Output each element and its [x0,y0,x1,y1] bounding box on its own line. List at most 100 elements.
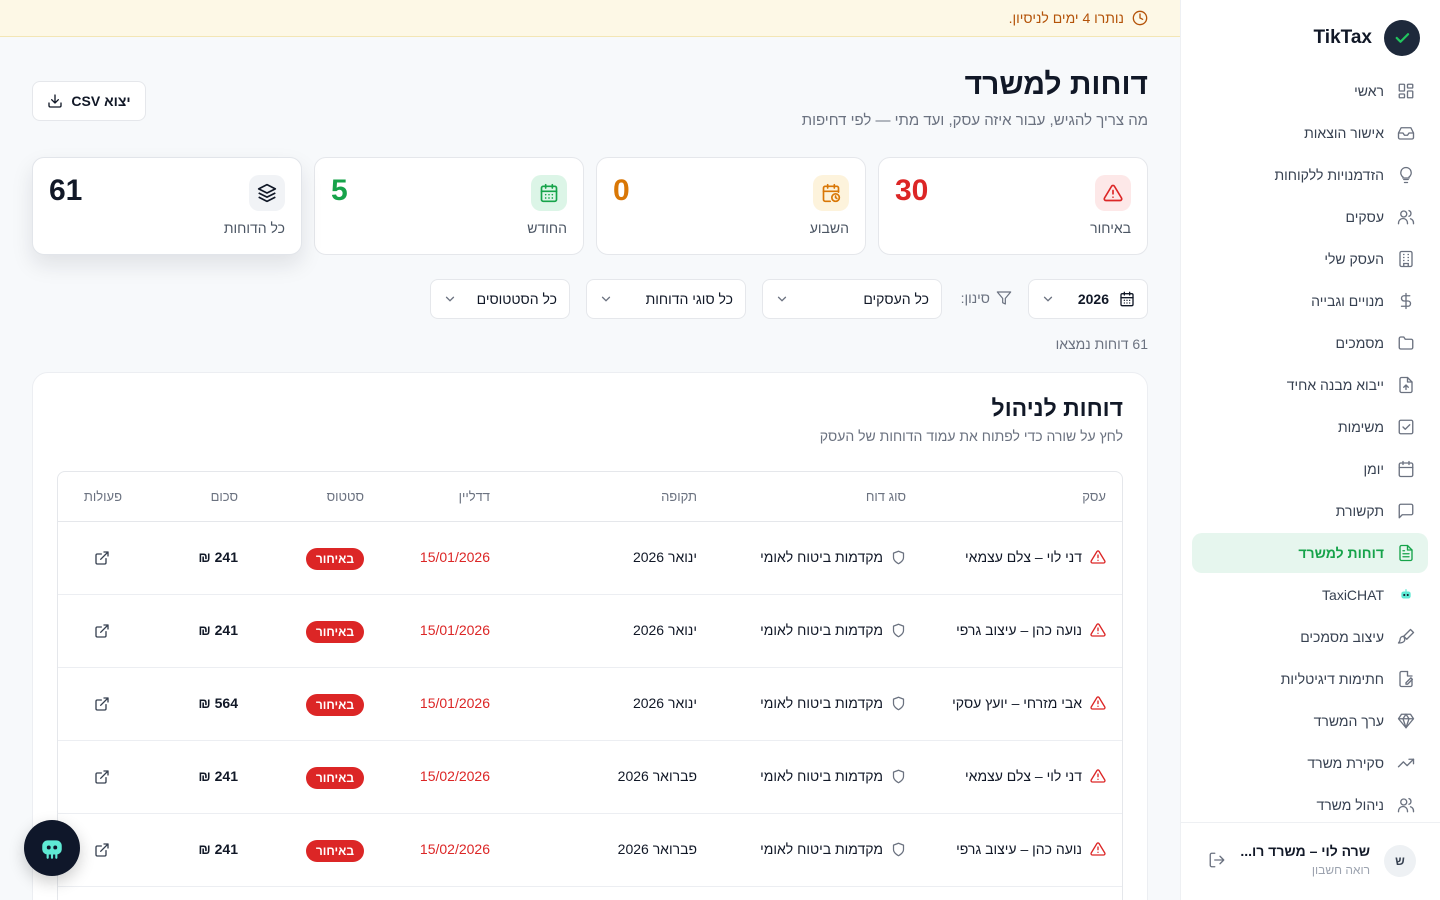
column-header-actions: פעולות [83,489,122,504]
status-badge: באיחור [305,548,364,570]
brand[interactable]: TikTax [1314,20,1420,56]
sidebar-item-unified-import[interactable]: ייבוא מבנה אחיד [1192,365,1428,405]
column-header-amount[interactable]: סכום [211,489,238,504]
shield-icon [891,696,906,711]
column-header-status[interactable]: סטטוס [327,489,364,504]
sidebar-item-document-design[interactable]: עיצוב מסמכים [1192,617,1428,657]
cell-deadline: 15/01/2026 [419,622,490,638]
sidebar-item-office-value[interactable]: ערך המשרד [1192,701,1428,741]
sidebar-item-office-overview[interactable]: סקירת משרד [1192,743,1428,783]
users-icon [1396,207,1416,227]
sidebar-item-tasks[interactable]: משימות [1192,407,1428,447]
external-link-icon [94,842,110,858]
sidebar-item-label: ראשי [1354,83,1384,99]
open-external-button[interactable] [94,696,110,712]
shield-icon [891,550,906,565]
status-badge: באיחור [305,767,364,789]
sidebar-item-subscriptions[interactable]: מנויים וגבייה [1192,281,1428,321]
export-csv-label: יצוא CSV [71,93,131,109]
table-row[interactable]: נועה כהן – עיצוב גרפי מקדמות ביטוח לאומי… [58,814,1122,887]
cell-type: מקדמות ביטוח לאומי [760,549,906,565]
column-header-business[interactable]: עסק [1082,489,1106,504]
filter-icon [996,290,1012,306]
open-external-button[interactable] [94,769,110,785]
grid-icon [1396,81,1416,101]
chatbot-button[interactable] [24,820,80,876]
avatar[interactable]: ש [1384,845,1416,877]
stat-label: באיחור [1090,220,1131,236]
alert-triangle-icon [1090,549,1106,565]
cell-deadline: 15/01/2026 [419,549,490,565]
business-select[interactable]: כל העסקים [762,279,942,319]
user-panel: ש שרה לוי – משרד רו... רואה חשבון [1180,822,1440,900]
sidebar-item-communication[interactable]: תקשורת [1192,491,1428,531]
stat-card-this-week[interactable]: 0 השבוע [596,157,866,255]
cell-amount: 564 ₪ [198,695,238,711]
business-name: נועה כהן – עיצוב גרפי [956,841,1082,857]
sidebar-item-label: TaxiCHAT [1322,587,1384,603]
cell-deadline: 15/02/2026 [419,768,490,784]
status-select[interactable]: כל הסטטוסים [430,279,570,319]
calendar-icon [1396,459,1416,479]
stat-card-overdue[interactable]: 30 באיחור [878,157,1148,255]
business-name: דני לוי – צלם עצמאי [965,768,1082,784]
column-header-deadline[interactable]: דדליין [459,489,490,504]
sidebar-item-businesses[interactable]: עסקים [1192,197,1428,237]
alert-triangle-icon [1090,841,1106,857]
brush-icon [1396,627,1416,647]
logout-button[interactable] [1208,851,1226,869]
report-type: מקדמות ביטוח לאומי [760,841,883,857]
cell-business: נועה כהן – עיצוב גרפי [956,841,1106,857]
stat-value: 61 [49,174,83,207]
shield-icon [891,842,906,857]
sidebar-item-label: מנויים וגבייה [1311,293,1384,309]
status-badge: באיחור [305,621,364,643]
cell-business: דני לוי – צלם עצמאי [965,549,1106,565]
sidebar-item-label: סקירת משרד [1307,755,1384,771]
brand-name: TikTax [1313,27,1372,48]
column-header-type[interactable]: סוג דוח [866,489,906,504]
filter-caption-label: סינון: [960,290,990,306]
open-external-button[interactable] [94,550,110,566]
table-row[interactable]: דני לוי – צלם עצמאי מקדמות ביטוח לאומי י… [58,522,1122,595]
sidebar-item-documents[interactable]: מסמכים [1192,323,1428,363]
sidebar-item-my-business[interactable]: העסק שלי [1192,239,1428,279]
open-external-button[interactable] [94,623,110,639]
stat-card-this-month[interactable]: 5 החודש [314,157,584,255]
table-row[interactable]: נועה כהן – עיצוב גרפי מקדמות ביטוח לאומי… [58,595,1122,668]
trial-text: נותרו 4 ימים לניסיון. [1008,10,1124,26]
sidebar-item-expense-approval[interactable]: אישור הוצאות [1192,113,1428,153]
dollar-icon [1396,291,1416,311]
table-row[interactable]: דני לוי – צלם עצמאי מקדמות ביטוח לאומי פ… [58,741,1122,814]
report-type-select[interactable]: כל סוגי הדוחות [586,279,746,319]
sidebar-item-label: עיצוב מסמכים [1300,629,1384,645]
cell-business: אבי מזרחי – יועץ עסקי [952,695,1106,711]
stat-card-all-reports[interactable]: 61 כל הדוחות [32,157,302,255]
sidebar-item-office-reports[interactable]: דוחות למשרד [1192,533,1428,573]
file-upload-icon [1396,375,1416,395]
shield-icon [891,623,906,638]
sidebar-item-taxichat[interactable]: TaxiCHAT [1192,575,1428,615]
sidebar-item-digital-signatures[interactable]: חתימות דיגיטליות [1192,659,1428,699]
calendar-clock-icon [813,175,849,211]
external-link-icon [94,550,110,566]
sidebar-item-label: ערך המשרד [1313,713,1384,729]
sidebar-item-office-management[interactable]: ניהול משרד [1192,785,1428,825]
cell-deadline: 15/02/2026 [419,841,490,857]
team-icon [1396,795,1416,815]
sidebar-item-calendar[interactable]: יומן [1192,449,1428,489]
sidebar-item-label: ייבוא מבנה אחיד [1286,377,1384,393]
open-external-button[interactable] [94,842,110,858]
external-link-icon [94,623,110,639]
table-row[interactable]: אבי מזרחי – יועץ עסקי מקדמות ביטוח לאומי… [58,668,1122,741]
column-header-period[interactable]: תקופה [661,489,697,504]
year-select[interactable]: 2026 [1028,279,1148,319]
cell-amount: 241 ₪ [198,768,238,784]
cell-period: ינואר 2026 [632,622,697,638]
page-title: דוחות למשרד [964,68,1148,101]
alert-triangle-icon [1090,768,1106,784]
chevron-down-icon [1041,292,1055,306]
sidebar-item-opportunities[interactable]: הזדמנויות ללקוחות [1192,155,1428,195]
export-csv-button[interactable]: יצוא CSV [32,81,146,121]
sidebar-item-home[interactable]: ראשי [1192,71,1428,111]
